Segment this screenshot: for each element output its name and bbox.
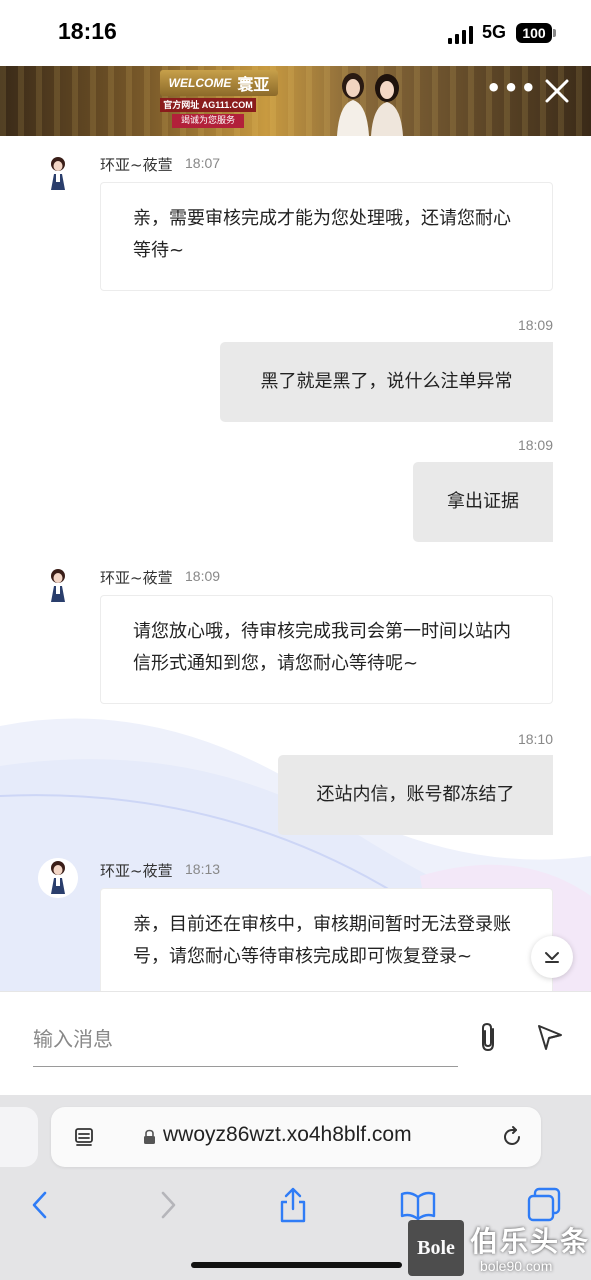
agent-avatar: [38, 154, 78, 194]
back-icon[interactable]: [20, 1185, 60, 1225]
agent-name: 环亚~莜萱: [100, 862, 173, 880]
user-message-bubble: 黑了就是黑了，说什么注单异常: [220, 342, 553, 422]
banner-welcome: WELCOME: [168, 76, 232, 90]
banner-logo: WELCOME 寰亚: [160, 70, 278, 96]
message-composer: [0, 991, 591, 1095]
agent-name: 环亚~莜萱: [100, 156, 173, 174]
tabs-icon[interactable]: [524, 1185, 564, 1225]
message-time: 18:09: [517, 437, 553, 453]
home-indicator: [191, 1262, 402, 1268]
network-type: 5G: [482, 22, 507, 42]
watermark-title: 伯乐头条: [470, 1225, 591, 1258]
banner-brand: 寰亚: [237, 75, 270, 94]
browser-toolbar: [0, 1185, 591, 1225]
forward-icon[interactable]: [148, 1185, 188, 1225]
cellular-signal-icon: [448, 26, 473, 44]
agent-message-bubble: 请您放心哦，待审核完成我司会第一时间以站内信形式通知到您，请您耐心等待呢~: [100, 595, 553, 704]
battery-tip: [553, 29, 556, 37]
paperclip-icon[interactable]: [474, 1020, 502, 1054]
agent-message-bubble: 亲，目前还在审核中，审核期间暂时无法登录账号，请您耐心等待审核完成即可恢复登录~: [100, 888, 553, 991]
bookmarks-icon[interactable]: [398, 1185, 438, 1225]
agent-avatar: [38, 566, 78, 606]
battery-icon: 100: [516, 23, 552, 43]
agent-message-bubble: 亲，需要审核完成才能为您处理哦，还请您耐心等待~: [100, 182, 553, 291]
message-time: 18:09: [517, 317, 553, 333]
message-time: 18:09: [185, 568, 221, 584]
lock-icon: [144, 1129, 155, 1144]
banner-slogan: 竭诚为您服务: [172, 114, 244, 128]
banner-site-label: 官方网址 AG111.COM: [160, 98, 256, 112]
banner-models-image: [337, 73, 403, 136]
message-input[interactable]: [33, 1012, 458, 1067]
share-icon[interactable]: [273, 1185, 313, 1225]
watermark: Bole 伯乐头条 bole90.com: [408, 1220, 591, 1280]
scroll-to-bottom-button[interactable]: [531, 936, 573, 978]
user-message-bubble: 还站内信，账号都冻结了: [278, 755, 553, 835]
reader-icon[interactable]: [73, 1126, 95, 1148]
address-bar[interactable]: wwoyz86wzt.xo4h8blf.com: [51, 1107, 541, 1167]
chevron-down-icon: [545, 952, 559, 963]
watermark-url: bole90.com: [480, 1258, 553, 1274]
status-bar: 18:16 5G 100: [0, 0, 591, 66]
message-time: 18:13: [185, 861, 221, 877]
previous-tab-peek[interactable]: [0, 1107, 38, 1167]
agent-name: 环亚~莜萱: [100, 569, 173, 587]
url-text: wwoyz86wzt.xo4h8blf.com: [163, 1123, 412, 1146]
reload-icon[interactable]: [500, 1125, 524, 1149]
send-icon[interactable]: [535, 1022, 565, 1052]
chat-history[interactable]: 环亚~莜萱 18:07 亲，需要审核完成才能为您处理哦，还请您耐心等待~ 18:…: [0, 136, 591, 991]
status-time: 18:16: [58, 18, 117, 44]
message-time: 18:07: [185, 155, 221, 171]
watermark-logo: Bole: [408, 1220, 464, 1276]
close-icon[interactable]: [540, 74, 574, 108]
message-time: 18:10: [517, 731, 553, 747]
dots-menu-icon[interactable]: •••: [486, 76, 538, 100]
agent-avatar: [38, 858, 78, 898]
user-message-bubble: 拿出证据: [413, 462, 553, 542]
